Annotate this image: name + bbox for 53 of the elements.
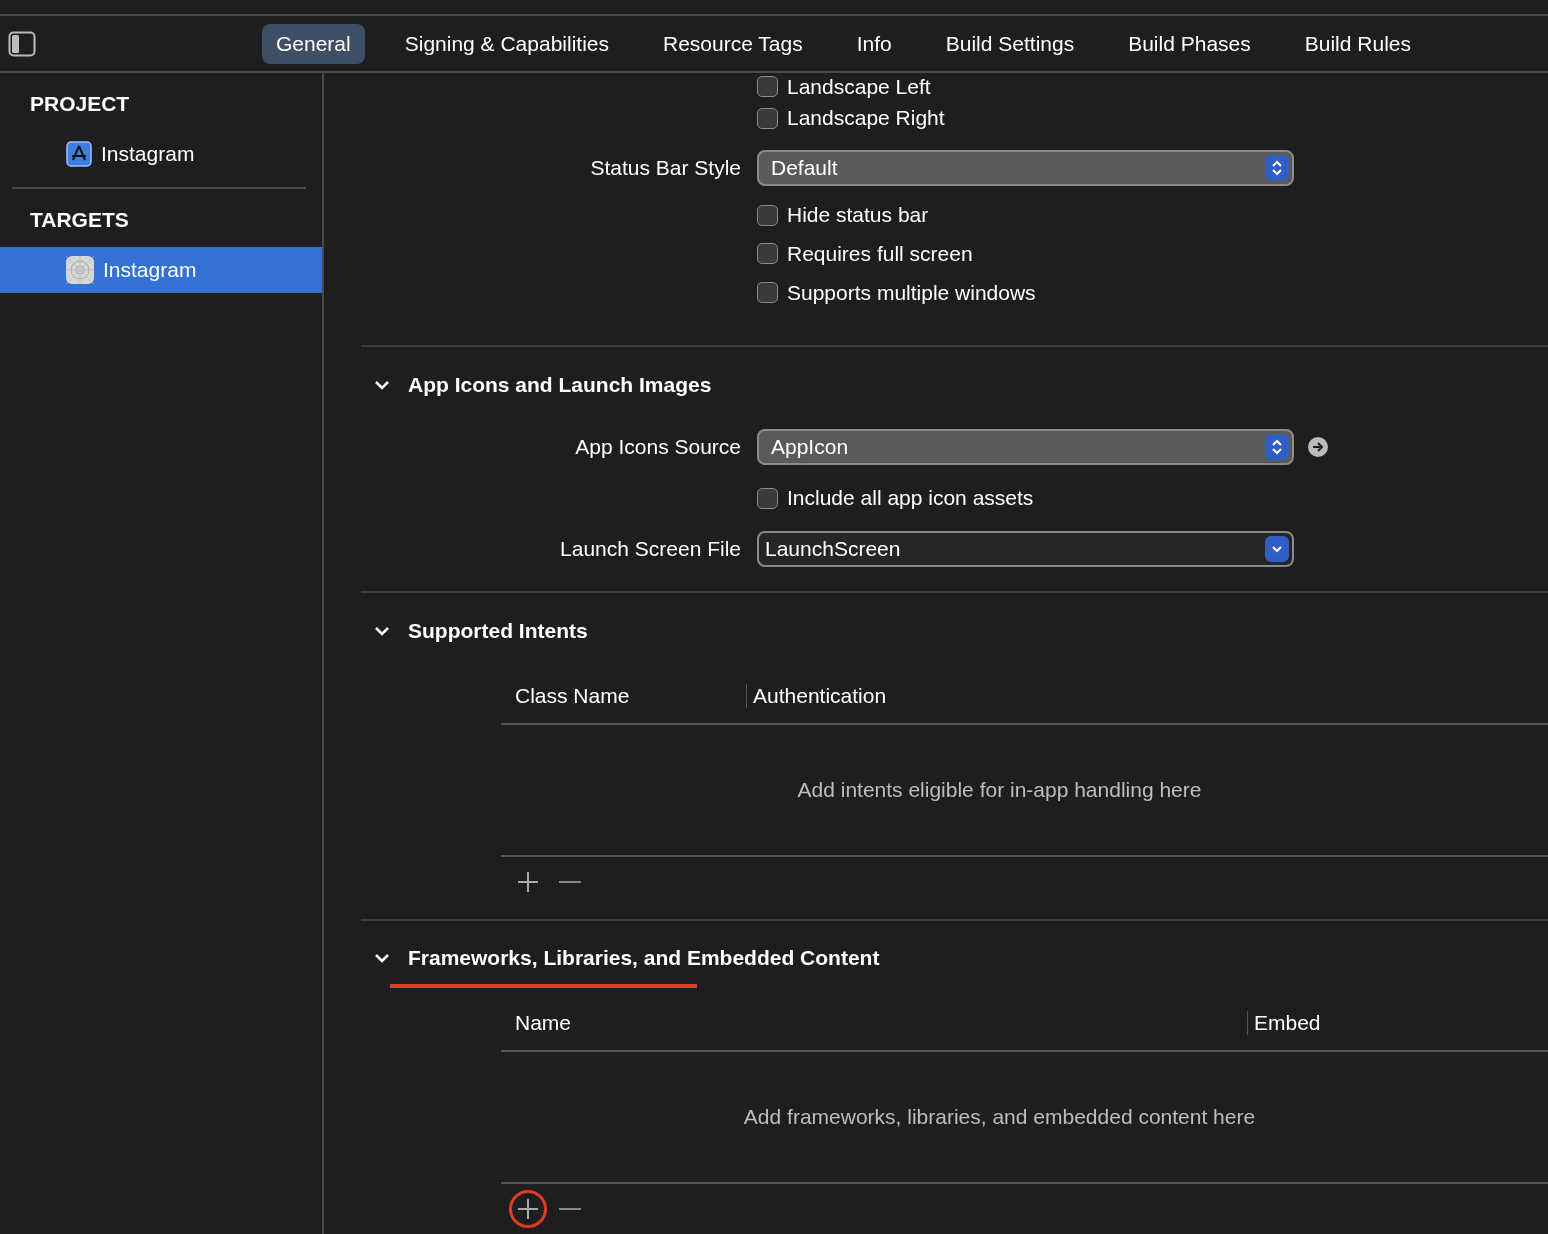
checkbox-label: Hide status bar [787, 203, 929, 228]
checkbox[interactable] [757, 243, 778, 265]
checkbox[interactable] [757, 107, 778, 129]
empty-table-message: Add frameworks, libraries, and embedded content here [743, 1105, 1256, 1129]
tab[interactable]: Build Settings [931, 23, 1089, 64]
tab[interactable]: Info [842, 23, 906, 64]
tab[interactable]: General [262, 23, 365, 64]
chevron-down-icon [1265, 536, 1289, 563]
checkbox[interactable] [757, 487, 778, 509]
section-title: Supported Intents [408, 618, 588, 643]
sidebar-item[interactable]: Instagram [0, 131, 322, 177]
checkbox-label: Include all app icon assets [787, 486, 1034, 511]
checkbox-label: Supports multiple windows [787, 280, 1036, 305]
disclosure-chevron-icon[interactable] [374, 953, 390, 964]
column-header: Name [514, 1011, 573, 1035]
column-header: Authentication [746, 683, 1548, 708]
remove-icon[interactable] [559, 1207, 581, 1211]
combo-box[interactable]: LaunchScreen [757, 531, 1294, 568]
sidebar-heading: TARGETS [29, 207, 130, 233]
sidebar-heading: PROJECT [29, 91, 131, 117]
field-label: Launch Screen File [559, 537, 741, 562]
sidebar-item[interactable]: Instagram [0, 247, 322, 293]
add-button[interactable] [509, 1190, 547, 1228]
arrow-circle-icon[interactable] [1308, 436, 1328, 457]
app-store-icon [66, 141, 92, 167]
checkbox-label: Landscape Left [787, 74, 931, 99]
tab[interactable]: Signing & Capabilities [390, 23, 623, 64]
plus-icon [517, 870, 539, 893]
field-label: Status Bar Style [589, 155, 741, 180]
stepper-arrows-icon [1265, 433, 1289, 460]
plus-icon [517, 1198, 539, 1220]
popup-button[interactable]: AppIcon [757, 428, 1294, 465]
checkbox[interactable] [757, 282, 778, 304]
disclosure-chevron-icon[interactable] [374, 379, 390, 390]
column-header: Embed [1247, 1011, 1548, 1035]
tab[interactable]: Build Rules [1290, 23, 1425, 64]
remove-icon[interactable] [559, 879, 581, 884]
app-icon-grid-icon [66, 256, 94, 284]
section-title: Frameworks, Libraries, and Embedded Content [408, 946, 880, 971]
stepper-arrows-icon [1265, 154, 1289, 181]
tab[interactable]: Resource Tags [649, 23, 817, 64]
checkbox-label: Requires full screen [787, 241, 973, 266]
popup-button[interactable]: Default [757, 149, 1294, 186]
field-label: App Icons Source [574, 434, 741, 459]
tab[interactable]: Build Phases [1114, 23, 1265, 64]
empty-table-message: Add intents eligible for in-app handling here [797, 777, 1202, 802]
checkbox[interactable] [757, 76, 778, 98]
column-header: Class Name [514, 683, 631, 708]
checkbox-label: Landscape Right [787, 106, 945, 131]
disclosure-chevron-icon[interactable] [374, 625, 390, 636]
sidebar-toggle-icon[interactable] [8, 30, 36, 57]
checkbox[interactable] [757, 204, 778, 226]
section-title: App Icons and Launch Images [408, 372, 712, 397]
